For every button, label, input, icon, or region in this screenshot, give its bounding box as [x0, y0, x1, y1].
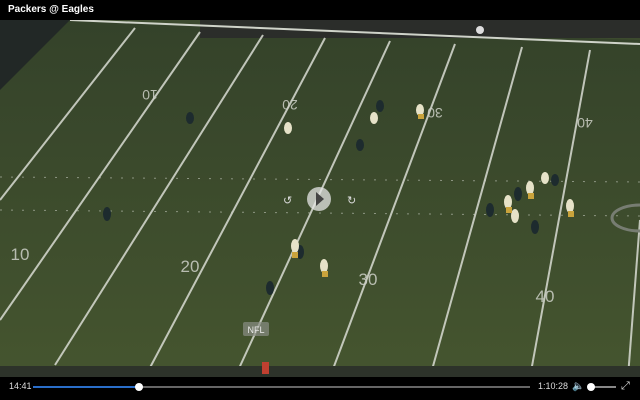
- play-button[interactable]: [307, 187, 331, 211]
- yard-number: 20: [282, 97, 298, 113]
- referee: [476, 26, 484, 34]
- volume-slider[interactable]: [586, 383, 616, 391]
- bottom-sideline: [0, 366, 640, 377]
- volume-icon[interactable]: 🔈: [572, 381, 584, 392]
- rewind-icon[interactable]: ↺: [283, 194, 292, 207]
- yard-number: 30: [359, 270, 378, 289]
- play-icon: [316, 192, 324, 206]
- seek-progress: [33, 386, 139, 388]
- pylon: [262, 362, 269, 374]
- nfl-logo: NFL: [243, 322, 269, 336]
- video-frame[interactable]: 10 20 30 40 10 20 30 40 NFL ↺ ↻: [0, 20, 640, 377]
- duration: 1:10:28: [538, 381, 569, 391]
- forward-icon[interactable]: ↻: [347, 194, 356, 207]
- window-title: Packers @ Eagles: [0, 0, 640, 20]
- yard-number: 20: [181, 257, 200, 276]
- seek-handle[interactable]: [134, 383, 143, 391]
- volume-handle[interactable]: [586, 383, 595, 391]
- yard-number: 10: [142, 87, 158, 103]
- yard-number: 10: [11, 245, 30, 264]
- current-time: 14:41: [9, 381, 32, 391]
- yard-number: 40: [577, 115, 593, 131]
- logo-text: NFL: [247, 325, 264, 335]
- player-controls: 14:41 1:10:28 🔈 ⤢: [0, 377, 640, 400]
- yard-number: 40: [536, 287, 555, 306]
- fullscreen-icon[interactable]: ⤢: [621, 380, 630, 393]
- seek-bar[interactable]: [33, 383, 530, 391]
- yard-number: 30: [427, 105, 443, 121]
